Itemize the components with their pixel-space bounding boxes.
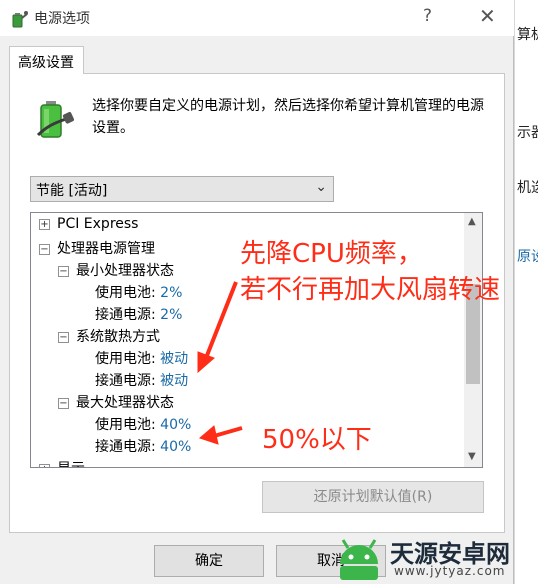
android-logo-icon: [340, 539, 378, 580]
tree-item-label: 处理器电源管理: [57, 241, 155, 257]
watermark-url: www.jytyaz.com: [394, 564, 506, 578]
tree-item-label: 最小处理器状态: [76, 263, 174, 279]
tree-item[interactable]: 使用电池: 2%: [95, 282, 182, 304]
collapse-icon[interactable]: −: [39, 244, 50, 255]
scroll-down-icon[interactable]: ▼: [468, 451, 476, 462]
tree-item[interactable]: − 处理器电源管理: [39, 238, 155, 260]
collapse-icon[interactable]: −: [58, 266, 69, 277]
tree-item-label: 显示: [57, 461, 85, 467]
collapse-icon[interactable]: −: [58, 398, 69, 409]
window-title: 电源选项: [34, 11, 90, 27]
help-button[interactable]: ?: [423, 6, 432, 26]
tree-item[interactable]: + 显示: [39, 458, 85, 467]
plan-dropdown[interactable]: 节能 [活动] ⌄: [30, 176, 334, 202]
tree-item-label: PCI Express: [57, 216, 139, 232]
power-options-icon: [12, 11, 28, 28]
tree-item[interactable]: 接通电源: 被动: [95, 370, 188, 392]
setting-value[interactable]: 被动: [160, 373, 188, 389]
collapse-icon[interactable]: −: [58, 332, 69, 343]
tree-item[interactable]: − 系统散热方式: [58, 326, 160, 348]
restore-defaults-button[interactable]: 还原计划默认值(R): [262, 481, 484, 513]
expand-icon[interactable]: +: [39, 464, 50, 467]
tree-item-label: 使用电池:: [95, 285, 156, 301]
tree-item-label: 使用电池:: [95, 417, 156, 433]
background-text: 算机: [517, 27, 538, 43]
background-window: 算机 示器 机选 原设: [514, 0, 538, 584]
tree-item[interactable]: 接通电源: 40%: [95, 436, 191, 458]
scroll-up-icon[interactable]: ▲: [468, 216, 476, 227]
setting-value[interactable]: 2%: [160, 285, 182, 301]
watermark: 天源安卓网 www.jytyaz.com: [334, 532, 538, 584]
ok-button[interactable]: 确定: [154, 545, 264, 577]
chevron-down-icon: ⌄: [315, 179, 327, 195]
tree-item-label: 最大处理器状态: [76, 395, 174, 411]
tree-item-label: 接通电源:: [95, 439, 156, 455]
tree-item-label: 接通电源:: [95, 373, 156, 389]
background-text: 机选: [517, 180, 538, 196]
setting-value[interactable]: 40%: [160, 439, 191, 455]
tree-item-label: 使用电池:: [95, 351, 156, 367]
tree-item-label: 系统散热方式: [76, 329, 160, 345]
tree-item[interactable]: 接通电源: 2%: [95, 304, 182, 326]
close-button[interactable]: ✕: [479, 4, 496, 28]
setting-value[interactable]: 被动: [160, 351, 188, 367]
setting-value[interactable]: 40%: [160, 417, 191, 433]
tree-item[interactable]: − 最大处理器状态: [58, 392, 174, 414]
annotation-text: 50%以下: [262, 425, 372, 455]
background-text: 示器: [517, 125, 538, 141]
plan-dropdown-value: 节能 [活动]: [36, 183, 108, 199]
annotation-text: 先降CPU频率，: [240, 239, 423, 269]
tree-item[interactable]: + PCI Express: [39, 216, 138, 238]
setting-value[interactable]: 2%: [160, 307, 182, 323]
battery-plug-icon: [36, 101, 74, 138]
title-bar: 电源选项 ? ✕: [0, 0, 514, 36]
annotation-text: 若不行再加大风扇转速: [240, 275, 501, 305]
expand-icon[interactable]: +: [39, 219, 50, 230]
vertical-scrollbar[interactable]: ▲ ▼: [464, 213, 482, 467]
tree-item[interactable]: 使用电池: 40%: [95, 414, 191, 436]
tab-advanced-settings[interactable]: 高级设置: [9, 46, 84, 74]
background-link[interactable]: 原设: [517, 246, 538, 266]
description-text: 选择你要自定义的电源计划，然后选择你希望计算机管理的电源设置。: [92, 98, 484, 136]
tree-item-label: 接通电源:: [95, 307, 156, 323]
tree-item[interactable]: − 最小处理器状态: [58, 260, 174, 282]
tree-item[interactable]: 使用电池: 被动: [95, 348, 188, 370]
